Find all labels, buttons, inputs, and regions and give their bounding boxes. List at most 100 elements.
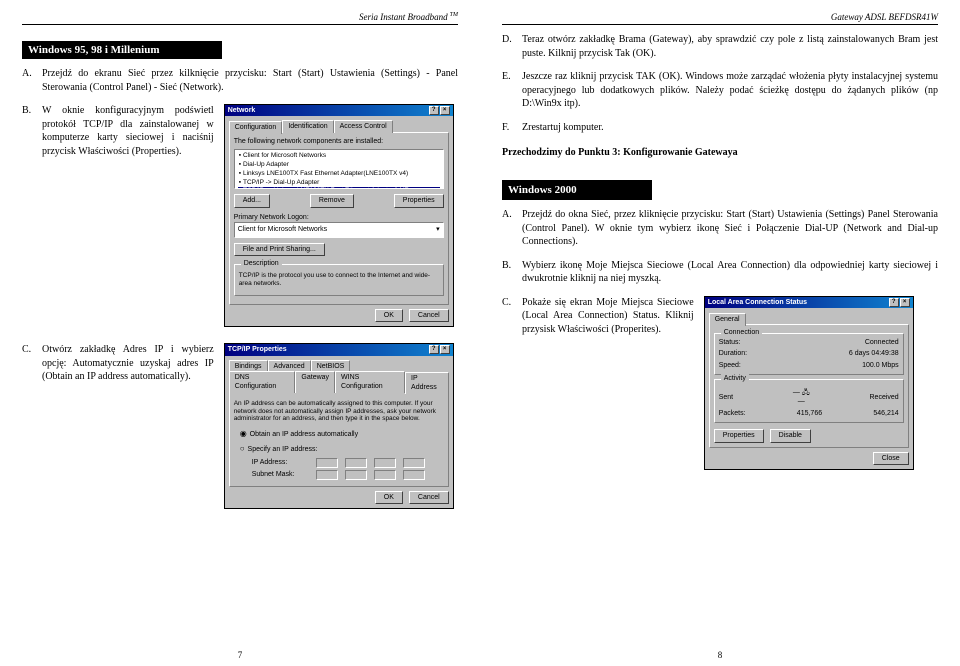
- duration-value: 6 days 04:49:38: [849, 349, 899, 358]
- properties-button[interactable]: Properties: [394, 194, 444, 207]
- network-activity-icon: — 🖧 —: [789, 388, 813, 407]
- tab-access-control[interactable]: Access Control: [334, 120, 393, 132]
- header-right: Gateway ADSL BEFDSR41W: [502, 12, 938, 25]
- activity-header: Sent — 🖧 — Received: [719, 388, 899, 407]
- components-list[interactable]: ▪Client for Microsoft Networks ▪Dial-Up …: [234, 149, 444, 189]
- network-panel: The following network components are ins…: [229, 132, 449, 305]
- logon-label: Primary Network Logon:: [234, 213, 444, 222]
- close-button[interactable]: Close: [873, 452, 909, 465]
- left-row-b: B. W oknie konfiguracyjnym podświetl pro…: [22, 104, 458, 327]
- radio-obtain-auto[interactable]: Obtain an IP address automatically: [240, 429, 444, 440]
- tcpip-note: An IP address can be automatically assig…: [234, 400, 444, 423]
- tab-dns[interactable]: DNS Configuration: [229, 371, 296, 393]
- left-item-b-text: W oknie konfiguracyjnym podświetl protok…: [42, 104, 214, 158]
- marker-a2: A.: [502, 208, 522, 249]
- protocol-icon: ▪: [239, 179, 241, 188]
- tab-general[interactable]: General: [709, 313, 746, 325]
- right2-item-b-text: Wybierz ikonę Moje Miejsca Sieciowe (Loc…: [522, 259, 938, 286]
- help-icon[interactable]: ?: [429, 106, 439, 115]
- tab-configuration[interactable]: Configuration: [229, 121, 283, 133]
- cancel-button[interactable]: Cancel: [409, 491, 449, 504]
- speed-value: 100.0 Mbps: [862, 361, 899, 370]
- adapter-icon: ▪: [239, 161, 241, 170]
- packets-sent: 415,766: [797, 409, 822, 418]
- mask-octet: [316, 470, 338, 480]
- marker-b: B.: [22, 104, 42, 158]
- packets-received: 546,214: [873, 409, 898, 418]
- subnet-label: Subnet Mask:: [252, 470, 312, 479]
- ip-octet: [403, 458, 425, 468]
- close-icon[interactable]: ×: [900, 298, 910, 307]
- help-icon[interactable]: ?: [889, 298, 899, 307]
- list-item: ▪TCP/IP -> Dial-Up Adapter: [238, 179, 440, 188]
- description-title: Description: [241, 259, 282, 268]
- network-titlebar: Network ? ×: [225, 105, 453, 116]
- series-name: Seria Instant Broadband TM: [359, 12, 458, 22]
- remove-button[interactable]: Remove: [310, 194, 354, 207]
- speed-label: Speed:: [719, 361, 741, 370]
- logon-select[interactable]: Client for Microsoft Networks ▾: [234, 222, 444, 237]
- tcpip-okcancel: OK Cancel: [229, 491, 449, 504]
- components-label: The following network components are ins…: [234, 137, 444, 146]
- left-item-a: A. Przejdź do ekranu Sieć przez kilknięc…: [22, 67, 458, 94]
- properties-button[interactable]: Properties: [714, 429, 764, 442]
- description-group: Description TCP/IP is the protocol you u…: [234, 264, 444, 296]
- product-name: Gateway ADSL BEFDSR41W: [831, 12, 938, 22]
- series-name-text: Seria Instant Broadband: [359, 12, 448, 22]
- packets-row: Packets: 415,766 546,214: [719, 409, 899, 418]
- marker-b2: B.: [502, 259, 522, 286]
- close-icon[interactable]: ×: [440, 345, 450, 354]
- mask-octet: [374, 470, 396, 480]
- section-win2000-title: Windows 2000: [502, 180, 652, 201]
- ok-button[interactable]: OK: [375, 491, 403, 504]
- mask-octet: [345, 470, 367, 480]
- dialog-lan-status: Local Area Connection Status ? × General: [704, 296, 914, 470]
- tab-identification[interactable]: Identification: [282, 120, 333, 132]
- left-item-b: B. W oknie konfiguracyjnym podświetl pro…: [22, 104, 214, 158]
- description-text: TCP/IP is the protocol you use to connec…: [239, 272, 439, 288]
- marker-a: A.: [22, 67, 42, 94]
- tm-mark: TM: [450, 12, 458, 22]
- right-row-c: C. Pokaże się ekran Moje Miejsca Sieciow…: [502, 296, 938, 470]
- status-label: Status:: [719, 338, 741, 347]
- sent-label: Sent: [719, 393, 733, 402]
- right2-item-c: C. Pokaże się ekran Moje Miejsca Sieciow…: [502, 296, 694, 337]
- ip-label: IP Address:: [252, 458, 312, 467]
- mask-octet: [403, 470, 425, 480]
- radio-specify[interactable]: Specify an IP address:: [240, 444, 444, 455]
- right2-item-b: B. Wybierz ikonę Moje Miejsca Sieciowe (…: [502, 259, 938, 286]
- proceed-text: Przechodzimy do Punktu 3: Konfigurowanie…: [502, 146, 938, 160]
- file-print-sharing-button[interactable]: File and Print Sharing...: [234, 243, 325, 256]
- marker-c2: C.: [502, 296, 522, 337]
- right2-item-a-text: Przejdź do okna Sieć, przez kliknięcie p…: [522, 208, 938, 249]
- add-button[interactable]: Add...: [234, 194, 270, 207]
- tab-gateway[interactable]: Gateway: [295, 371, 335, 393]
- left-body: A. Przejdź do ekranu Sieć przez kilknięc…: [22, 67, 458, 509]
- ip-octet: [316, 458, 338, 468]
- tab-wins[interactable]: WINS Configuration: [335, 371, 405, 393]
- titlebar-buttons: ? ×: [429, 106, 450, 115]
- dialog-network: Network ? × Configuration Identification…: [224, 104, 454, 327]
- right2-item-c-text: Pokaże się ekran Moje Miejsca Sieciowe (…: [522, 296, 694, 337]
- page-left: Seria Instant Broadband TM Windows 95, 9…: [0, 0, 480, 666]
- ip-octet: [374, 458, 396, 468]
- help-icon[interactable]: ?: [429, 345, 439, 354]
- chevron-down-icon: ▾: [436, 225, 440, 234]
- ok-button[interactable]: OK: [375, 309, 403, 322]
- right-item-f: F. Zrestartuj komputer.: [502, 121, 938, 135]
- page-number-right: 8: [480, 650, 960, 660]
- left-item-c-text: Otwórz zakładkę Adres IP i wybierz opcję…: [42, 343, 214, 384]
- adapter-icon: ▪: [239, 170, 241, 179]
- list-item: ▪Dial-Up Adapter: [238, 161, 440, 170]
- status-panel: Connection Status: Connected Duration: 6…: [709, 324, 909, 448]
- right-item-d: D. Teraz otwórz zakładkę Brama (Gateway)…: [502, 33, 938, 60]
- section-win9x-title: Windows 95, 98 i Millenium: [22, 41, 222, 59]
- right-item-e: E. Jeszcze raz kliknij przycisk TAK (OK)…: [502, 70, 938, 111]
- disable-button[interactable]: Disable: [770, 429, 811, 442]
- client-icon: ▪: [239, 152, 241, 161]
- cancel-button[interactable]: Cancel: [409, 309, 449, 322]
- tcpip-titlebar: TCP/IP Properties ? ×: [225, 344, 453, 355]
- close-icon[interactable]: ×: [440, 106, 450, 115]
- duration-row: Duration: 6 days 04:49:38: [719, 349, 899, 358]
- tab-ipaddress[interactable]: IP Address: [405, 372, 449, 394]
